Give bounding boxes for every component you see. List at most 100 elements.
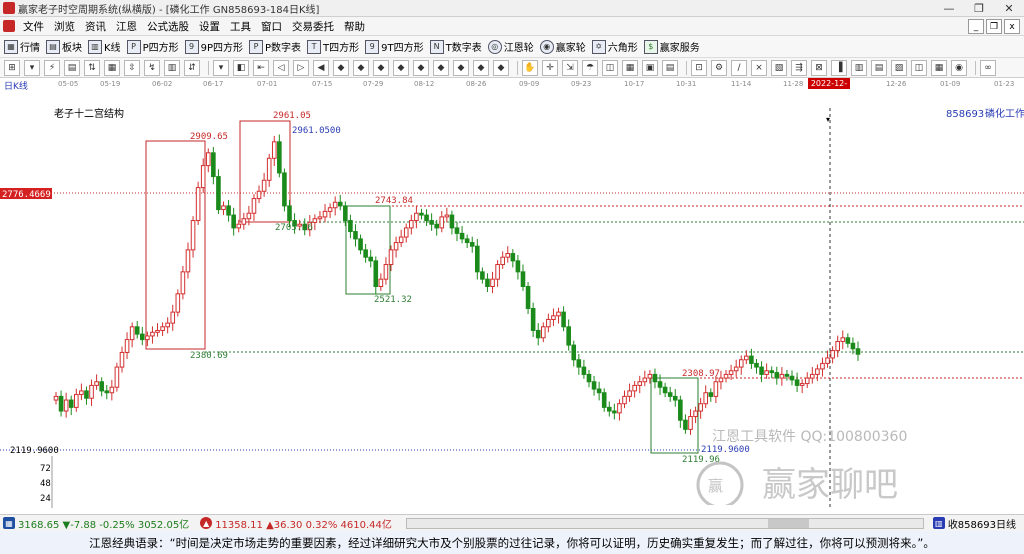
toolbar-t-square[interactable]: T T四方形	[307, 39, 359, 54]
menu-info[interactable]: 资讯	[80, 19, 111, 34]
drawing-tool-icon[interactable]: ▤	[64, 59, 80, 76]
toolbar-gann-wheel[interactable]: ◎ 江恩轮	[487, 39, 534, 54]
drawing-tool-icon[interactable]: ▷	[293, 59, 309, 76]
toolbar-hexagon[interactable]: ✡ 六角形	[591, 39, 638, 54]
drawing-tool-icon[interactable]: ⇵	[184, 59, 200, 76]
drawing-tool-icon[interactable]: ∞	[980, 59, 996, 76]
drawing-tool-icon[interactable]: ▥	[164, 59, 180, 76]
drawing-tool-icon[interactable]: ⇅	[84, 59, 100, 76]
volume-tick: 48	[40, 479, 51, 489]
candle-body	[327, 207, 333, 212]
drawing-tool-icon[interactable]: ▦	[931, 59, 947, 76]
close-icon[interactable]: ✕	[994, 0, 1024, 16]
index2-text: 11358.11 ▲36.30 0.32% 4610.44亿	[215, 519, 392, 531]
toolbar-9t-square[interactable]: 9 9T四方形	[365, 39, 424, 54]
mdi-restore-icon[interactable]: ❐	[986, 19, 1002, 34]
toolbar-winner-wheel[interactable]: ◉ 赢家轮	[539, 39, 586, 54]
menu-gann[interactable]: 江恩	[111, 19, 142, 34]
menu-tools[interactable]: 工具	[225, 19, 256, 34]
candle-body	[246, 212, 252, 220]
drawing-tool-icon[interactable]: ▥	[851, 59, 867, 76]
drawing-tool-icon[interactable]: ⇤	[253, 59, 269, 76]
horizontal-scrollbar[interactable]	[405, 517, 924, 529]
restore-icon[interactable]: ❐	[964, 0, 994, 16]
drawing-tool-icon[interactable]: ✛	[542, 59, 558, 76]
toolbar-sectors[interactable]: ▤ 板块	[46, 39, 82, 54]
drawing-tool-icon[interactable]: ⊞	[4, 59, 20, 76]
drawing-tool-icon[interactable]: ✋	[522, 59, 538, 76]
status-index2[interactable]: ▲ 11358.11 ▲36.30 0.32% 4610.44亿	[197, 516, 392, 531]
kline-chart[interactable]: 老子十二宫结构 858693 磷化工作 ▾ 2776.4669 2909.65 …	[0, 90, 1024, 508]
candle-body	[200, 165, 206, 189]
mdi-close-icon[interactable]: x	[1004, 19, 1020, 34]
toolbar-kline[interactable]: ▥ K线	[88, 39, 121, 54]
toolbar-quotes[interactable]: ▦ 行情	[4, 39, 40, 54]
drawing-tool-icon[interactable]: ▤	[662, 59, 678, 76]
menu-settings[interactable]: 设置	[194, 19, 225, 34]
drawing-tool-icon[interactable]: ⇶	[791, 59, 807, 76]
drawing-tool-icon[interactable]: ◆	[333, 59, 349, 76]
drawing-tool-icon[interactable]: ⊡	[691, 59, 707, 76]
candle-body	[784, 373, 790, 377]
drawing-tool-icon[interactable]: ◆	[453, 59, 469, 76]
minimize-icon[interactable]: —	[934, 0, 964, 16]
drawing-tool-icon[interactable]: ◁	[273, 59, 289, 76]
candle-body	[754, 362, 759, 368]
menu-browse[interactable]: 浏览	[49, 19, 80, 34]
drawing-tool-icon[interactable]: ▐	[831, 59, 847, 76]
scroll-thumb[interactable]	[768, 518, 810, 528]
menu-trade[interactable]: 交易委托	[287, 19, 339, 34]
drawing-tool-icon[interactable]: ▤	[871, 59, 887, 76]
drawing-tool-icon[interactable]: ⇲	[562, 59, 578, 76]
candle-body	[708, 392, 714, 397]
drawing-tool-icon[interactable]: ▣	[642, 59, 658, 76]
drawing-tool-icon[interactable]: ◆	[373, 59, 389, 76]
drawing-tool-icon[interactable]: ◆	[413, 59, 429, 76]
drawing-tool-icon[interactable]: ◆	[393, 59, 409, 76]
drawing-tool-icon[interactable]: ⚡	[44, 59, 60, 76]
candle-body	[256, 190, 262, 200]
candle-body	[855, 348, 861, 355]
drawing-tool-icon[interactable]: ◉	[951, 59, 967, 76]
candle-body	[383, 264, 389, 280]
drawing-tool-icon[interactable]: ▦	[104, 59, 120, 76]
toolbar-9p-square[interactable]: 9 9P四方形	[184, 39, 243, 54]
drawing-tool-icon[interactable]: ◀	[313, 59, 329, 76]
toolbar-p-square[interactable]: P P四方形	[126, 39, 179, 54]
status-index1[interactable]: ▦ 3168.65 ▼-7.88 -0.25% 3052.05亿	[0, 516, 189, 531]
drawing-tool-icon[interactable]: ↯	[144, 59, 160, 76]
drawing-toolbar: ⊞ ▾ ⚡ ▤ ⇅ ▦ ⇳ ↯ ▥ ⇵ ▾ ◧ ⇤ ◁ ▷ ◀ ◆ ◆ ◆ ◆ ◆ ◆ ◆ ◆ ◆ ✋ ✛ ⇲ ☂ ◫ ▦ ▣ ▤ ⊡ ⚙ ∕ ⨯ ▧ ⇶ ⊠…	[0, 58, 1024, 78]
drawing-tool-icon[interactable]: ▦	[622, 59, 638, 76]
drawing-tool-icon[interactable]: ⨯	[751, 59, 767, 76]
drawing-tool-icon[interactable]: ▧	[771, 59, 787, 76]
menu-formula[interactable]: 公式选股	[142, 19, 194, 34]
candle-body	[571, 344, 577, 361]
drawing-tool-icon[interactable]: ⊠	[811, 59, 827, 76]
drawing-tool-icon[interactable]: ◆	[493, 59, 509, 76]
toolbar-p-table[interactable]: P P数字表	[249, 39, 301, 54]
toolbar-service[interactable]: $ 赢家服务	[643, 39, 700, 54]
drawing-tool-icon[interactable]: ∕	[731, 59, 747, 76]
drawing-tool-icon[interactable]: ◆	[433, 59, 449, 76]
drawing-tool-icon[interactable]: ◫	[602, 59, 618, 76]
menu-window[interactable]: 窗口	[256, 19, 287, 34]
drawing-tool-icon[interactable]: ▾	[213, 59, 229, 76]
drawing-tool-icon[interactable]: ▨	[891, 59, 907, 76]
drawing-tool-icon[interactable]: ⇳	[124, 59, 140, 76]
drawing-tool-icon[interactable]: ◧	[233, 59, 249, 76]
mdi-minimize-icon[interactable]: _	[968, 19, 984, 34]
menu-help[interactable]: 帮助	[339, 19, 370, 34]
candle-body	[429, 220, 434, 225]
candle-body	[667, 392, 673, 397]
drawing-tool-icon[interactable]: ⚙	[711, 59, 727, 76]
toolbar-t-table[interactable]: N T数字表	[429, 39, 482, 54]
drawing-tool-icon[interactable]: ☂	[582, 59, 598, 76]
menu-file[interactable]: 文件	[18, 19, 49, 34]
drawing-tool-icon[interactable]: ◫	[911, 59, 927, 76]
drawing-tool-icon[interactable]: ◆	[473, 59, 489, 76]
candle-body	[480, 271, 485, 280]
stock-code: 858693	[946, 109, 984, 120]
drawing-tool-icon[interactable]: ▾	[24, 59, 40, 76]
window-controls: — ❐ ✕	[934, 0, 1024, 16]
drawing-tool-icon[interactable]: ◆	[353, 59, 369, 76]
